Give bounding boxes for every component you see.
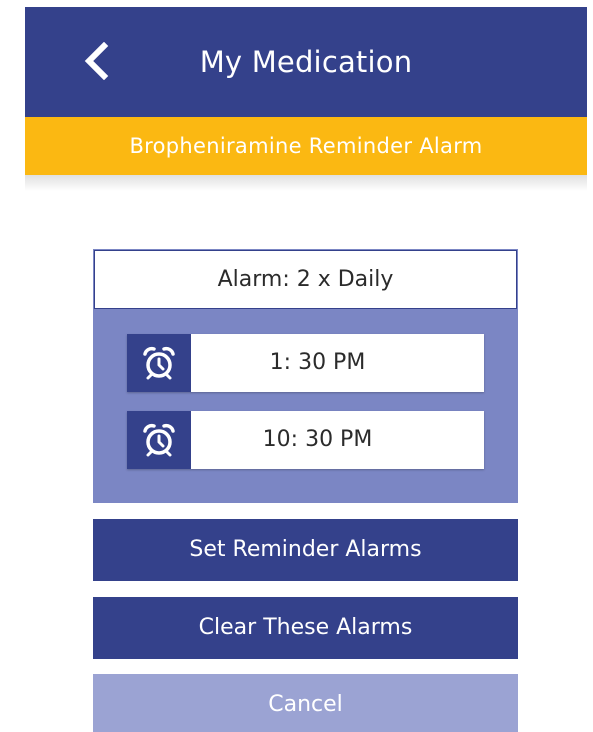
alarm-panel: Alarm: 2 x Daily 1: 30 PM 10: 30 PM xyxy=(93,249,518,503)
page-title: My Medication xyxy=(199,45,413,79)
alarm-icon-box xyxy=(127,334,191,392)
clear-alarms-button[interactable]: Clear These Alarms xyxy=(93,597,518,659)
alarm-time: 10: 30 PM xyxy=(262,427,373,452)
alarm-time-row[interactable]: 1: 30 PM xyxy=(127,334,484,392)
alarm-time-row[interactable]: 10: 30 PM xyxy=(127,411,484,469)
alarm-clock-icon xyxy=(143,346,175,380)
banner-shadow xyxy=(25,175,587,191)
app-header: My Medication xyxy=(25,7,587,117)
set-reminder-alarms-button[interactable]: Set Reminder Alarms xyxy=(93,519,518,581)
alarm-icon-box xyxy=(127,411,191,469)
medication-alarm-screen: My Medication Bropheniramine Reminder Al… xyxy=(0,0,593,732)
alarm-frequency-label: Alarm: 2 x Daily xyxy=(94,250,517,309)
medication-name-banner: Bropheniramine Reminder Alarm xyxy=(25,117,587,175)
cancel-button[interactable]: Cancel xyxy=(93,674,518,732)
alarm-time: 1: 30 PM xyxy=(269,350,366,375)
alarm-clock-icon xyxy=(143,423,175,457)
